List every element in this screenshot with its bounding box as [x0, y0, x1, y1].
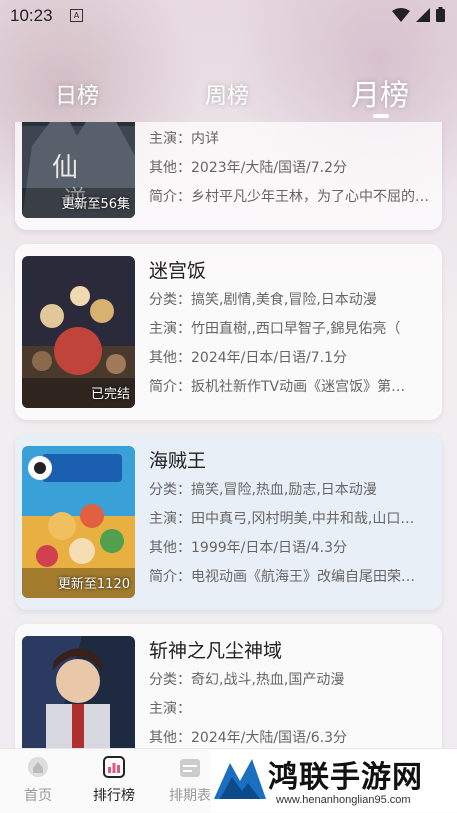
item-title: 迷宫饭 [149, 260, 207, 282]
item-category: 分类：奇幻,战斗,热血,国产动漫 [149, 672, 345, 688]
item-cast: 主演：竹田直樹,,西口早智子,錦見佑亮（ [149, 321, 401, 337]
tab-daily[interactable]: 日榜 [55, 78, 99, 110]
episode-badge: 更新至56集 [61, 197, 130, 212]
ranking-list[interactable]: 仙 逆 更新至56集 主演：内详 其他：2023年/大陆/国语/7.2分 简介：… [0, 122, 457, 748]
status-time: 10:23 [10, 6, 53, 25]
item-other: 其他：2024年/日本/日语/7.1分 [149, 350, 348, 366]
watermark-bird-icon [214, 759, 266, 799]
list-item[interactable]: 已完结 迷宫饭 分类：搞笑,剧情,美食,冒险,日本动漫 主演：竹田直樹,,西口早… [15, 244, 442, 420]
svg-text:仙: 仙 [52, 153, 78, 183]
ranking-icon [103, 756, 125, 778]
poster-image [22, 636, 135, 748]
item-category: 分类：搞笑,冒险,热血,励志,日本动漫 [149, 482, 377, 498]
nav-ranking-label: 排行榜 [93, 788, 135, 804]
episode-badge: 更新至1120 [57, 577, 130, 592]
item-info: 主演：内详 其他：2023年/大陆/国语/7.2分 简介：乡村平凡少年王林，为了… [149, 122, 434, 212]
item-other: 其他：1999年/日本/日语/4.3分 [149, 540, 348, 556]
item-other: 其他：2023年/大陆/国语/7.2分 [149, 160, 348, 176]
tab-weekly[interactable]: 周榜 [205, 78, 249, 110]
item-cast: 主演：田中真弓,冈村明美,中井和哉,山口… [149, 511, 415, 527]
ranking-tabs: 日榜 周榜 月榜 [0, 72, 457, 122]
tab-active-indicator [373, 114, 389, 118]
item-category: 分类：搞笑,剧情,美食,冒险,日本动漫 [149, 292, 377, 308]
wifi-icon [392, 7, 410, 26]
nav-ranking[interactable]: 排行榜 [84, 755, 144, 805]
watermark-text: 鸿联手游网 [268, 760, 423, 795]
item-cast: 主演： [149, 701, 191, 717]
calendar-icon [180, 759, 200, 777]
item-cast: 主演：内详 [149, 131, 219, 147]
status-bar: 10:23 A [0, 0, 457, 32]
item-info: 斩神之凡尘神域 分类：奇幻,战斗,热血,国产动漫 主演： 其他：2024年/大陆… [149, 636, 434, 748]
list-item[interactable]: 仙 逆 更新至56集 主演：内详 其他：2023年/大陆/国语/7.2分 简介：… [15, 122, 442, 230]
item-info: 海贼王 分类：搞笑,冒险,热血,励志,日本动漫 主演：田中真弓,冈村明美,中井和… [149, 446, 434, 592]
tab-monthly[interactable]: 月榜 [351, 72, 409, 114]
item-intro: 简介：扳机社新作TV动画《迷宫饭》第… [149, 379, 406, 395]
list-item[interactable]: 斩神之凡尘神域 分类：奇幻,战斗,热血,国产动漫 主演： 其他：2024年/大陆… [15, 624, 442, 748]
list-item[interactable]: 更新至1120 海贼王 分类：搞笑,冒险,热血,励志,日本动漫 主演：田中真弓,… [15, 434, 442, 610]
item-other: 其他：2024年/大陆/国语/6.3分 [149, 730, 348, 746]
item-title: 斩神之凡尘神域 [149, 640, 283, 662]
notification-badge: A [70, 9, 83, 22]
home-icon [28, 757, 48, 777]
status-icons [392, 7, 445, 26]
nav-home-label: 首页 [24, 788, 52, 804]
poster-image: 仙 逆 更新至56集 [22, 122, 135, 218]
watermark-url: www.henanhonglian95.com [276, 794, 411, 806]
item-intro: 简介：乡村平凡少年王林，为了心中不屈的信念，一步步踏入修仙之路 [149, 189, 434, 205]
poster-image: 更新至1120 [22, 446, 135, 598]
battery-icon [436, 7, 445, 26]
item-title: 海贼王 [149, 450, 207, 472]
item-intro: 简介：电视动画《航海王》改编自尾田荣… [149, 569, 415, 585]
watermark-logo: 鸿联手游网 www.henanhonglian95.com [210, 750, 457, 812]
signal-icon [416, 7, 430, 26]
nav-home[interactable]: 首页 [8, 755, 68, 805]
status-badge: 已完结 [90, 387, 130, 402]
poster-image: 已完结 [22, 256, 135, 408]
item-info: 迷宫饭 分类：搞笑,剧情,美食,冒险,日本动漫 主演：竹田直樹,,西口早智子,錦… [149, 256, 434, 402]
